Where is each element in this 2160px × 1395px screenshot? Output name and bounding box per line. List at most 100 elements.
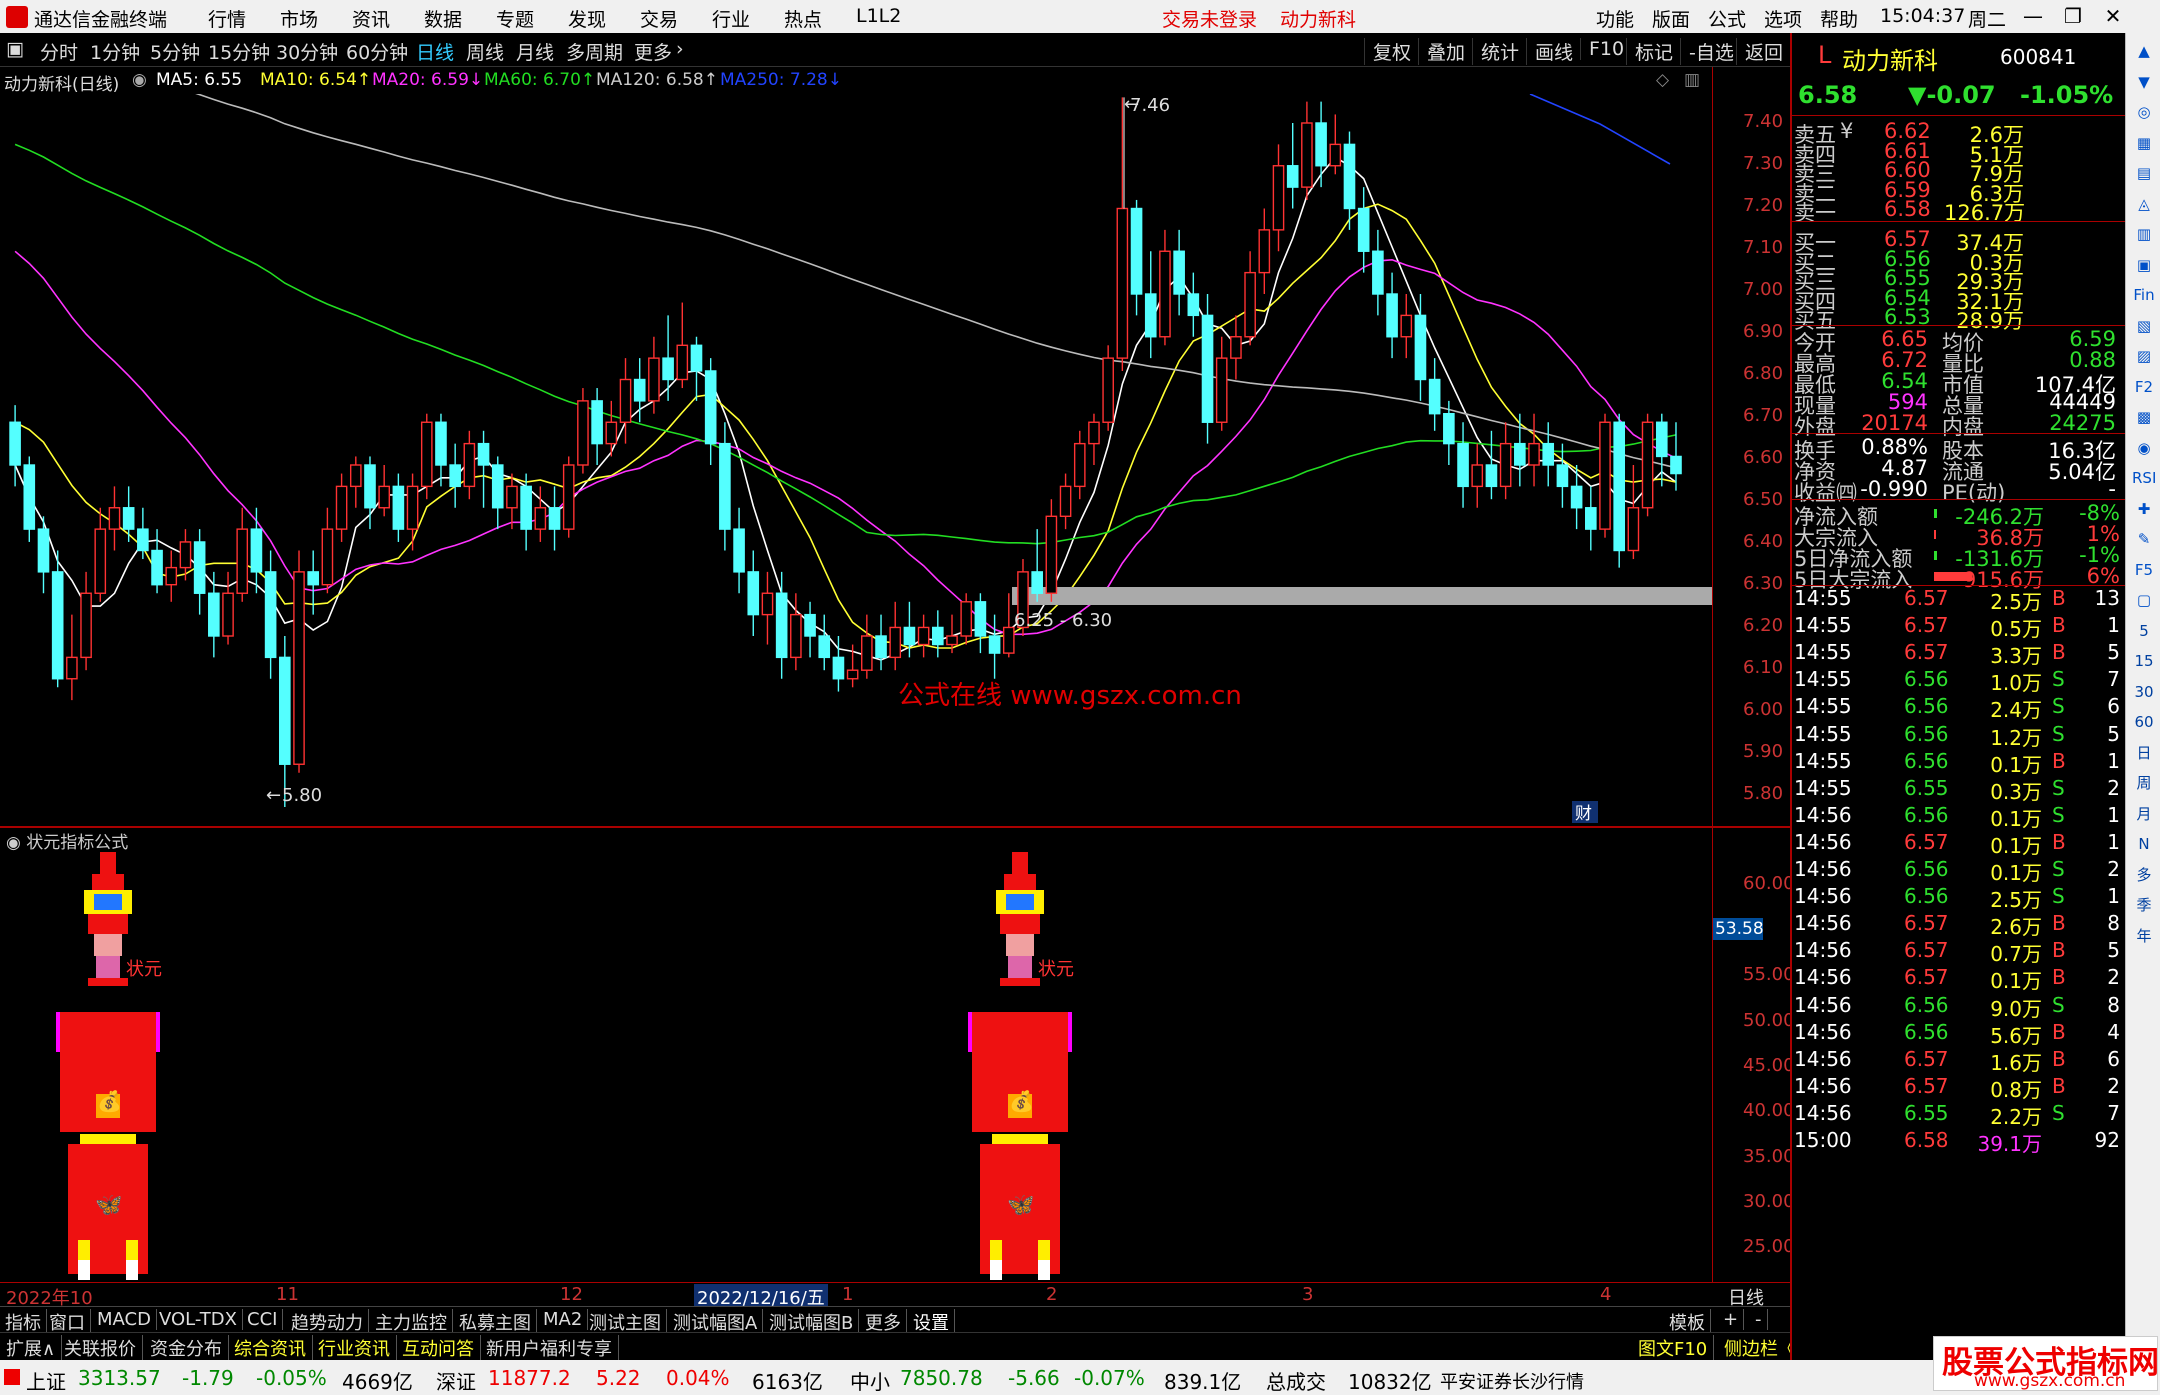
period-60min[interactable]: 60分钟 — [346, 38, 408, 65]
candle[interactable] — [1187, 293, 1200, 317]
candle[interactable] — [1159, 250, 1171, 338]
candle[interactable] — [562, 464, 575, 530]
tab-extend[interactable]: 扩展∧ — [0, 1335, 63, 1361]
side-tool-icon[interactable]: ▥ — [2132, 222, 2156, 246]
candle[interactable] — [1542, 442, 1555, 466]
candle[interactable] — [23, 464, 36, 530]
btn-biaoji[interactable]: 标记 — [1626, 38, 1673, 65]
period-1min[interactable]: 1分钟 — [90, 38, 140, 65]
add-tab-button[interactable]: + — [1718, 1309, 1745, 1330]
menu-item-zixun[interactable]: 资讯 — [352, 5, 390, 32]
candle[interactable] — [222, 592, 234, 637]
candle[interactable] — [946, 635, 958, 646]
candle[interactable] — [250, 528, 263, 573]
candle[interactable] — [108, 507, 121, 530]
candle[interactable] — [392, 485, 405, 530]
tab-zonghezixun[interactable]: 综合资讯 — [228, 1335, 313, 1361]
candle[interactable] — [861, 635, 873, 671]
side-tool-icon[interactable]: 5 — [2132, 619, 2156, 643]
candle[interactable] — [1286, 165, 1299, 188]
menu-item-xuanxiang[interactable]: 选项 — [1764, 5, 1802, 32]
candle[interactable] — [591, 400, 603, 445]
candle[interactable] — [1102, 357, 1114, 423]
menu-item-banmian[interactable]: 版面 — [1652, 5, 1690, 32]
sz-label[interactable]: 深证 — [436, 1366, 476, 1395]
menu-item-faxian[interactable]: 发现 — [568, 5, 606, 32]
candle[interactable] — [463, 442, 476, 488]
menu-item-shuju[interactable]: 数据 — [424, 5, 462, 32]
candle[interactable] — [1272, 165, 1285, 231]
period-30min[interactable]: 30分钟 — [276, 38, 338, 65]
candle[interactable] — [80, 592, 92, 659]
side-tool-icon[interactable]: ✚ — [2132, 497, 2156, 521]
candle[interactable] — [520, 485, 532, 530]
menu-item-l1l2[interactable]: L1L2 — [856, 5, 901, 27]
side-tool-icon[interactable]: 60 — [2132, 710, 2156, 734]
side-tool-icon[interactable]: ◎ — [2132, 100, 2156, 124]
candle[interactable] — [875, 635, 887, 659]
candle[interactable] — [66, 656, 78, 680]
candle[interactable] — [378, 485, 390, 509]
side-tool-icon[interactable]: RSI — [2132, 466, 2156, 490]
candle[interactable] — [1400, 314, 1413, 338]
candle[interactable] — [747, 571, 760, 616]
candle[interactable] — [94, 528, 107, 594]
btn-diejia[interactable]: 叠加 — [1418, 38, 1465, 65]
side-tool-icon[interactable]: ▼ — [2132, 70, 2156, 94]
period-15min[interactable]: 15分钟 — [208, 38, 270, 65]
candle[interactable] — [193, 541, 206, 594]
menu-item-shichang[interactable]: 市场 — [280, 5, 318, 32]
candle[interactable] — [151, 549, 163, 586]
candle[interactable] — [406, 485, 419, 530]
side-tool-icon[interactable]: ▩ — [2132, 405, 2156, 429]
side-tool-icon[interactable]: F2 — [2132, 375, 2156, 399]
candle[interactable] — [1301, 122, 1313, 188]
candle[interactable] — [420, 421, 433, 488]
tab-cci[interactable]: CCI — [242, 1309, 284, 1330]
sh-label[interactable]: 上证 — [26, 1366, 66, 1395]
candle[interactable] — [818, 635, 831, 659]
candle[interactable] — [1144, 293, 1157, 338]
candle[interactable] — [1315, 122, 1327, 167]
candle[interactable] — [9, 421, 21, 466]
period-daily[interactable]: 日线 — [416, 38, 454, 65]
candle[interactable] — [832, 656, 845, 680]
btn-fuquan[interactable]: 复权 — [1364, 38, 1411, 65]
tab-xinyonghufuli[interactable]: 新用户福利专享 — [480, 1335, 619, 1361]
candle[interactable] — [804, 613, 816, 637]
side-tool-icon[interactable]: 日 — [2132, 741, 2156, 765]
candle[interactable] — [1215, 357, 1228, 423]
btn-tongji[interactable]: 统计 — [1472, 38, 1519, 65]
candle[interactable] — [633, 378, 646, 402]
candle[interactable] — [1584, 507, 1597, 530]
candle[interactable] — [477, 442, 490, 466]
candle[interactable] — [719, 442, 731, 530]
zhuangyuan-figure[interactable]: 状元 💰 🦋 — [56, 852, 162, 1280]
chart-diamond-icon[interactable]: ◇ — [1656, 70, 1669, 90]
indicator-title[interactable]: ◉ 状元指标公式 — [6, 828, 128, 853]
candle[interactable] — [974, 601, 987, 637]
zhuangyuan-indicator-chart[interactable]: 状元 💰 🦋 状元 💰 🦋 — [0, 852, 1712, 1280]
candle[interactable] — [293, 571, 305, 765]
candle[interactable] — [733, 528, 745, 573]
candle[interactable] — [1329, 143, 1342, 167]
candle[interactable] — [321, 528, 334, 586]
candle[interactable] — [1116, 207, 1129, 359]
side-tool-icon[interactable]: 季 — [2132, 893, 2156, 917]
period-fenshi[interactable]: 分时 — [40, 38, 78, 65]
candle[interactable] — [236, 528, 249, 594]
tab-ma2[interactable]: MA2 — [538, 1309, 589, 1330]
candle[interactable] — [988, 635, 1001, 654]
side-tool-icon[interactable]: N — [2132, 832, 2156, 856]
chart-panel-icon[interactable]: ▥ — [1684, 70, 1700, 90]
side-tool-icon[interactable]: 15 — [2132, 649, 2156, 673]
pane-separator[interactable] — [0, 826, 1790, 828]
side-tool-icon[interactable]: Fin — [2132, 283, 2156, 307]
side-tool-icon[interactable]: ▢ — [2132, 588, 2156, 612]
btn-zixuan[interactable]: -自选 — [1680, 38, 1734, 65]
menu-item-hangye[interactable]: 行业 — [712, 5, 750, 32]
candle[interactable] — [1485, 464, 1498, 488]
candle[interactable] — [1173, 250, 1185, 295]
period-monthly[interactable]: 月线 — [516, 38, 554, 65]
candle[interactable] — [279, 656, 291, 765]
